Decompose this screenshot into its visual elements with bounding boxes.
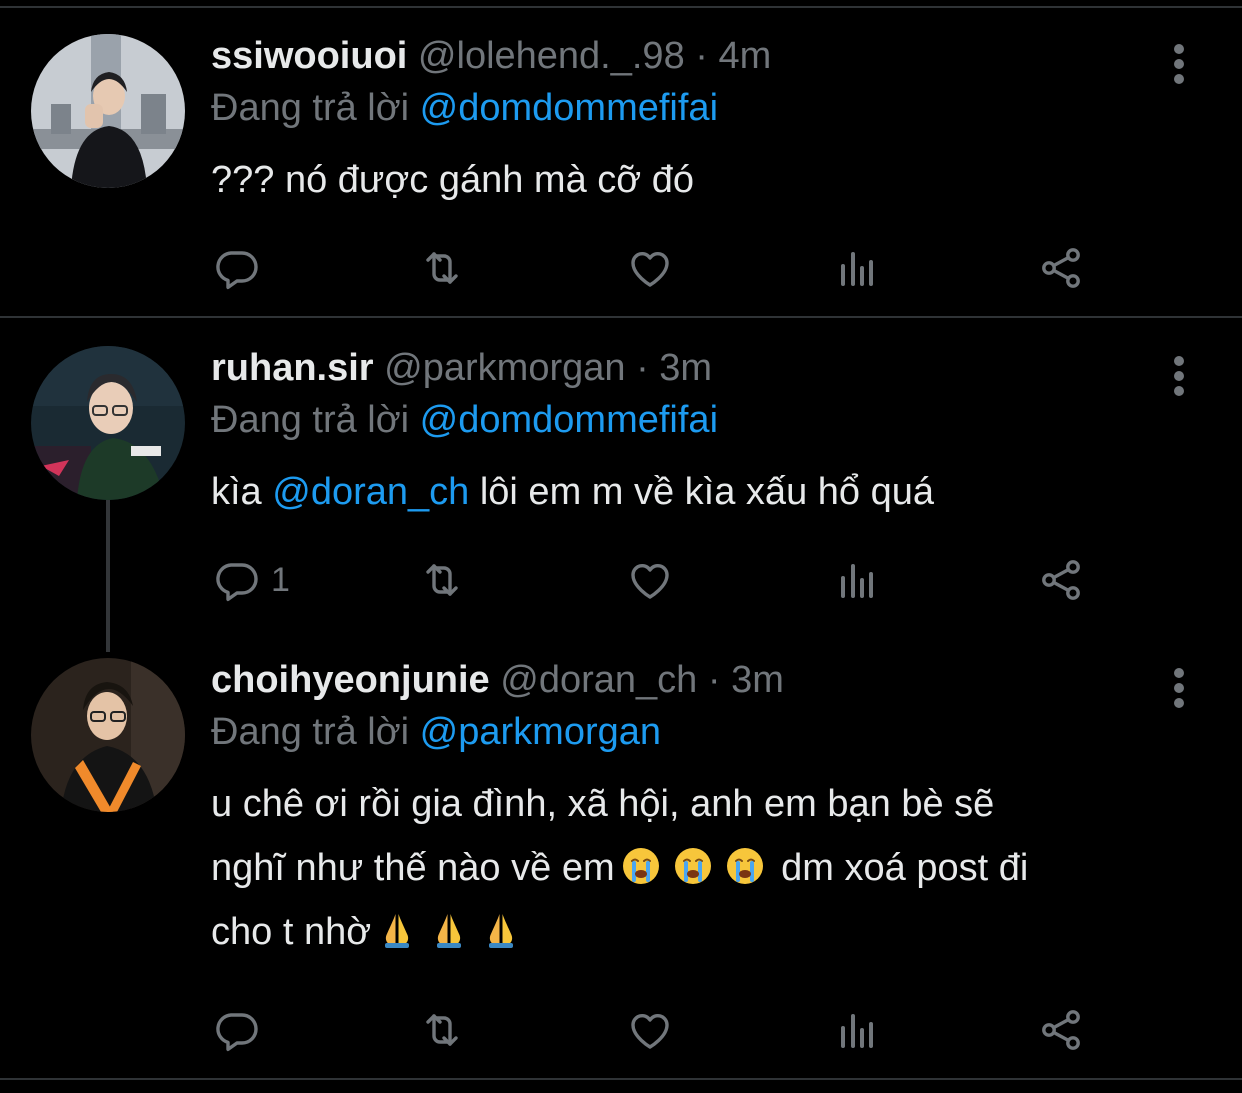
tweet-text: kìa @doran_ch lôi em m về kìa xấu hổ quá xyxy=(211,460,1191,524)
more-icon[interactable] xyxy=(1165,356,1193,396)
tweet-text-content: ??? nó được gánh mà cỡ đó xyxy=(211,159,695,201)
replying-to-label: Đang trả lời xyxy=(211,711,410,753)
tweet-text-line-1: u chê ơi rồi gia đình, xã hội, anh em bạ… xyxy=(211,783,995,825)
reply-button[interactable] xyxy=(213,238,271,298)
reply-count: 1 xyxy=(271,560,290,599)
folded-hands-emoji xyxy=(377,910,417,950)
retweet-icon xyxy=(418,556,466,604)
views-button[interactable] xyxy=(833,550,881,610)
share-icon xyxy=(1037,556,1085,604)
reply-button[interactable]: 1 xyxy=(213,550,290,610)
replying-to-mention[interactable]: @domdommefifai xyxy=(420,87,718,129)
share-button[interactable] xyxy=(1037,1000,1085,1060)
bottom-divider xyxy=(0,1078,1242,1080)
separator-dot: · xyxy=(707,659,721,701)
tweet-text-line-2b: dm xoá post đi xyxy=(781,847,1029,889)
retweet-icon xyxy=(418,1006,466,1054)
user-handle[interactable]: @doran_ch xyxy=(500,659,697,701)
share-button[interactable] xyxy=(1037,238,1085,298)
tweet-1[interactable]: ssiwooiuoi @lolehend._.98 · 4m Đang trả … xyxy=(0,34,1242,314)
replying-to-mention[interactable]: @parkmorgan xyxy=(420,711,661,753)
retweet-button[interactable] xyxy=(418,238,466,298)
action-bar xyxy=(0,1000,1242,1060)
views-icon xyxy=(833,244,881,292)
like-icon xyxy=(626,244,674,292)
action-bar: 1 xyxy=(0,550,1242,610)
more-icon[interactable] xyxy=(1165,44,1193,84)
views-icon xyxy=(833,556,881,604)
avatar[interactable] xyxy=(31,34,185,188)
user-handle[interactable]: @parkmorgan xyxy=(384,347,625,389)
like-button[interactable] xyxy=(626,1000,674,1060)
views-button[interactable] xyxy=(833,238,881,298)
like-icon xyxy=(626,1006,674,1054)
like-button[interactable] xyxy=(626,238,674,298)
separator-dot: · xyxy=(636,347,649,389)
retweet-button[interactable] xyxy=(418,550,466,610)
tweet-2[interactable]: ruhan.sir @parkmorgan · 3m Đang trả lời … xyxy=(0,346,1242,636)
crying-face-emoji xyxy=(621,846,661,886)
tweet-3[interactable]: choihyeonjunie @doran_ch · 3m Đang trả l… xyxy=(0,658,1242,1068)
replying-to-mention[interactable]: @domdommefifai xyxy=(420,399,718,441)
timestamp[interactable]: 4m xyxy=(718,35,771,77)
replying-to-label: Đang trả lời xyxy=(211,87,410,129)
user-handle[interactable]: @lolehend._.98 xyxy=(418,35,685,77)
timestamp[interactable]: 3m xyxy=(731,659,784,701)
timestamp[interactable]: 3m xyxy=(659,347,712,389)
crying-face-emoji xyxy=(673,846,713,886)
tweet-header: ruhan.sir @parkmorgan · 3m xyxy=(211,338,712,398)
avatar[interactable] xyxy=(31,346,185,500)
tweet-text: u chê ơi rồi gia đình, xã hội, anh em bạ… xyxy=(211,772,1191,964)
tweet-divider xyxy=(0,316,1242,318)
tweet-text-line-2: nghĩ như thế nào về em dm xoá post đi xyxy=(211,836,1191,900)
views-icon xyxy=(833,1006,881,1054)
reply-icon xyxy=(213,1006,261,1054)
share-button[interactable] xyxy=(1037,550,1085,610)
like-icon xyxy=(626,556,674,604)
more-icon[interactable] xyxy=(1165,668,1193,708)
share-icon xyxy=(1037,244,1085,292)
display-name[interactable]: ssiwooiuoi xyxy=(211,35,407,77)
replying-to: Đang trả lời @domdommefifai xyxy=(211,78,718,138)
separator-dot: · xyxy=(695,35,708,77)
action-bar xyxy=(0,238,1242,298)
views-button[interactable] xyxy=(833,1000,881,1060)
avatar[interactable] xyxy=(31,658,185,812)
reply-icon xyxy=(213,556,261,604)
display-name[interactable]: ruhan.sir xyxy=(211,347,374,389)
tweet-text-line-2a: nghĩ như thế nào về em xyxy=(211,847,615,889)
replying-to: Đang trả lời @domdommefifai xyxy=(211,390,718,450)
retweet-icon xyxy=(418,244,466,292)
crying-face-emoji xyxy=(725,846,765,886)
reply-icon xyxy=(213,244,261,292)
tweet-text-line-3a: cho t nhờ xyxy=(211,911,372,953)
tweet-text: ??? nó được gánh mà cỡ đó xyxy=(211,148,1191,212)
tweet-header: ssiwooiuoi @lolehend._.98 · 4m xyxy=(211,26,771,86)
tweet-text-after: lôi em m về kìa xấu hổ quá xyxy=(469,471,934,513)
folded-hands-emoji xyxy=(429,910,469,950)
folded-hands-emoji xyxy=(481,910,521,950)
tweet-text-line-3: cho t nhờ xyxy=(211,900,1191,964)
replying-to: Đang trả lời @parkmorgan xyxy=(211,702,661,762)
reply-button[interactable] xyxy=(213,1000,271,1060)
tweet-header: choihyeonjunie @doran_ch · 3m xyxy=(211,650,784,710)
display-name[interactable]: choihyeonjunie xyxy=(211,659,490,701)
replying-to-label: Đang trả lời xyxy=(211,399,410,441)
text-mention[interactable]: @doran_ch xyxy=(272,471,469,513)
top-divider xyxy=(0,6,1242,8)
like-button[interactable] xyxy=(626,550,674,610)
share-icon xyxy=(1037,1006,1085,1054)
tweet-text-before: kìa xyxy=(211,471,273,513)
retweet-button[interactable] xyxy=(418,1000,466,1060)
